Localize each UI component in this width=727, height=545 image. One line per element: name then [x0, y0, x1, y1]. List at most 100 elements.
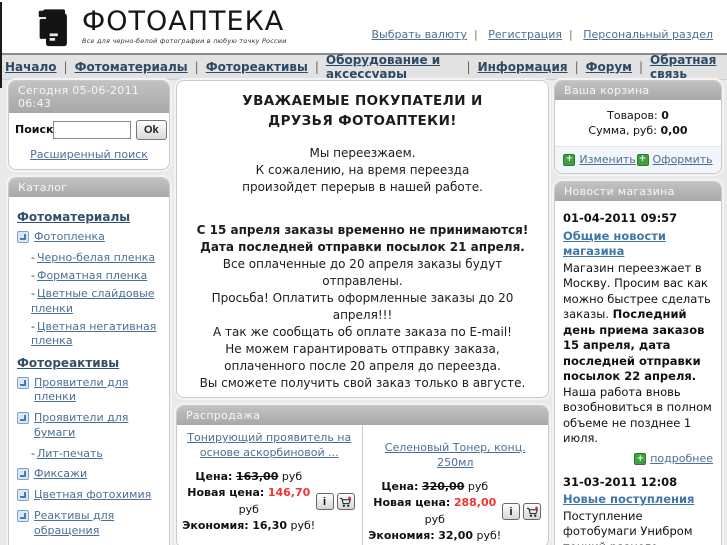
plus-icon: +: [636, 153, 649, 166]
catalog-subitem: - Цветная негативная пленка: [31, 320, 163, 349]
add-to-cart-icon[interactable]: [523, 503, 541, 521]
main-content: УВАЖАЕМЫЕ ПОКУПАТЕЛИ И ДРУЗЬЯ ФОТОАПТЕКИ…: [176, 80, 549, 545]
nav-information[interactable]: Информация: [478, 60, 568, 74]
logo[interactable]: ФОТОАПТЕКА Все для черно-белой фотографи…: [36, 6, 287, 52]
product-link[interactable]: Тонирующий проявитель на основе аскорбин…: [187, 431, 351, 459]
cart-panel: Ваша корзина Товаров: 0 Сумма, руб: 0,00…: [554, 80, 722, 174]
news-date: 01-04-2011 09:57: [563, 211, 678, 225]
new-price: 288,00: [453, 496, 497, 510]
news-text-part: Поступление фотобумаги Унибром тонкий ра…: [563, 508, 693, 545]
currency: руб: [281, 469, 303, 483]
news-text: Магазин переезжает в Москву. Просим вас …: [563, 261, 713, 447]
nav-photomaterials[interactable]: Фотоматериалы: [75, 60, 188, 74]
separator: |: [569, 28, 573, 41]
new-price: 146,70: [267, 486, 311, 500]
nav-forum[interactable]: Форум: [586, 60, 632, 74]
news-title-link[interactable]: Общие новости магазина: [563, 229, 666, 259]
catalog-subitem: - Цветные слайдовые пленки: [31, 287, 163, 316]
currency: руб: [424, 512, 445, 526]
separator: |: [474, 28, 478, 41]
catalog-link[interactable]: Проявители для бумаги: [34, 411, 163, 441]
site-title: ФОТОАПТЕКА: [82, 6, 285, 37]
dash: -: [31, 287, 35, 301]
savings-value: 16,30: [252, 519, 288, 533]
announcement-bold: С 15 апреля заказы временно не принимают…: [196, 222, 529, 254]
announcement-panel: УВАЖАЕМЫЕ ПОКУПАТЕЛИ И ДРУЗЬЯ ФОТОАПТЕКИ…: [176, 80, 549, 398]
catalog-link[interactable]: Фотопленка: [34, 230, 105, 245]
info-icon[interactable]: i: [502, 503, 520, 521]
catalog-section-link[interactable]: Фотоматериалы: [17, 210, 130, 224]
expand-icon[interactable]: [17, 509, 29, 522]
news-entry: 01-04-2011 09:57 Общие новости магазина …: [563, 211, 713, 467]
nav-home[interactable]: Начало: [5, 60, 57, 74]
price-label: Цена:: [195, 469, 233, 483]
catalog-section-photoreagents: Фотореактивы: [17, 356, 163, 370]
news-entry: 31-03-2011 12:08 Новые поступления Посту…: [563, 475, 713, 545]
separator: |: [466, 60, 471, 74]
separator: |: [314, 60, 319, 74]
window-edge-line: [0, 2, 2, 88]
catalog-tree: Фотоматериалы Фотопленка - Черно-белая пл…: [9, 197, 169, 545]
catalog-section-link[interactable]: Фотореактивы: [17, 356, 119, 370]
header-links: Выбрать валюту | Регистрация | Персональны…: [367, 28, 717, 41]
catalog-link[interactable]: Реактивы для обращения: [34, 509, 163, 539]
new-price-label: Новая цена:: [373, 496, 451, 510]
left-sidebar: Сегодня 05-06-2011 06:43 Поиск Ok Расшир…: [8, 80, 170, 545]
separator: |: [638, 60, 644, 74]
today-header: Сегодня 05-06-2011 06:43: [9, 81, 169, 113]
news-more-link[interactable]: подробнее: [650, 452, 713, 467]
nav-photoreagents[interactable]: Фотореактивы: [206, 60, 308, 74]
catalog-link[interactable]: Фиксажи: [34, 467, 87, 482]
cart-items-label: Товаров:: [607, 109, 658, 122]
cart-sum-value: 0,00: [660, 124, 688, 137]
announcement-intro: Мы переезжаем. К сожалению, на время пер…: [242, 145, 483, 194]
dash: -: [31, 320, 35, 334]
add-to-cart-icon[interactable]: [336, 493, 355, 511]
personal-section-link[interactable]: Персональный раздел: [583, 28, 713, 41]
catalog-header: Каталог: [9, 178, 169, 197]
registration-link[interactable]: Регистрация: [488, 28, 562, 41]
expand-icon[interactable]: [17, 376, 29, 389]
site-tagline: Все для черно-белой фотографии в любую т…: [82, 37, 287, 46]
search-ok-button[interactable]: Ok: [136, 120, 167, 140]
catalog-item: Фиксажи: [17, 467, 163, 482]
right-sidebar: Ваша корзина Товаров: 0 Сумма, руб: 0,00…: [554, 80, 722, 545]
sale-product-card: Селеновый Тонер, конц. 250мл Цена: 320,0…: [363, 425, 549, 545]
sale-header: Распродажа: [177, 406, 548, 425]
cart-edit-link[interactable]: Изменить: [579, 153, 635, 166]
advanced-search-link[interactable]: Расширенный поиск: [15, 148, 163, 161]
currency: руб: [238, 502, 259, 516]
expand-icon[interactable]: [17, 468, 29, 481]
shop-news-panel: Новости магазина 01-04-2011 09:57 Общие …: [554, 181, 722, 545]
savings-value: 32,00: [438, 529, 474, 543]
catalog-item: Проявители для пленки: [17, 376, 163, 406]
catalog-link[interactable]: Проявители для пленки: [34, 376, 163, 406]
catalog-item: Цветная фотохимия: [17, 488, 163, 503]
news-title-link[interactable]: Новые поступления: [563, 492, 694, 506]
search-input[interactable]: [53, 121, 131, 139]
catalog-sublink[interactable]: Лит-печать: [37, 447, 103, 460]
expand-icon[interactable]: [17, 231, 29, 243]
news-text: Поступление фотобумаги Унибром тонкий ра…: [563, 509, 713, 545]
catalog-item: Проявители для бумаги: [17, 411, 163, 441]
plus-icon: +: [634, 453, 647, 466]
catalog-sublink[interactable]: Форматная пленка: [37, 269, 147, 282]
catalog-sublink[interactable]: Цветная негативная пленка: [31, 320, 156, 347]
old-price: 320,00: [421, 479, 465, 493]
catalog-sublink[interactable]: Черно-белая пленка: [37, 251, 155, 264]
savings-suffix: руб!: [290, 519, 316, 533]
separator: |: [63, 60, 68, 74]
product-link[interactable]: Селеновый Тонер, конц. 250мл: [385, 441, 526, 469]
expand-icon[interactable]: [17, 412, 29, 425]
nav-equipment[interactable]: Оборудование и аксессуары: [326, 53, 460, 81]
nav-feedback[interactable]: Обратная связь: [650, 53, 722, 81]
catalog-panel: Каталог Фотоматериалы Фотопленка - Черно-…: [8, 177, 170, 545]
catalog-sublink[interactable]: Цветные слайдовые пленки: [31, 287, 155, 314]
cart-items-count: 0: [661, 109, 669, 122]
choose-currency-link[interactable]: Выбрать валюту: [371, 28, 467, 41]
catalog-link[interactable]: Цветная фотохимия: [34, 488, 151, 503]
cart-checkout-link[interactable]: Оформить: [653, 153, 713, 166]
expand-icon[interactable]: [17, 489, 29, 502]
header: ФОТОАПТЕКА Все для черно-белой фотографи…: [0, 0, 727, 53]
info-icon[interactable]: i: [315, 493, 334, 511]
